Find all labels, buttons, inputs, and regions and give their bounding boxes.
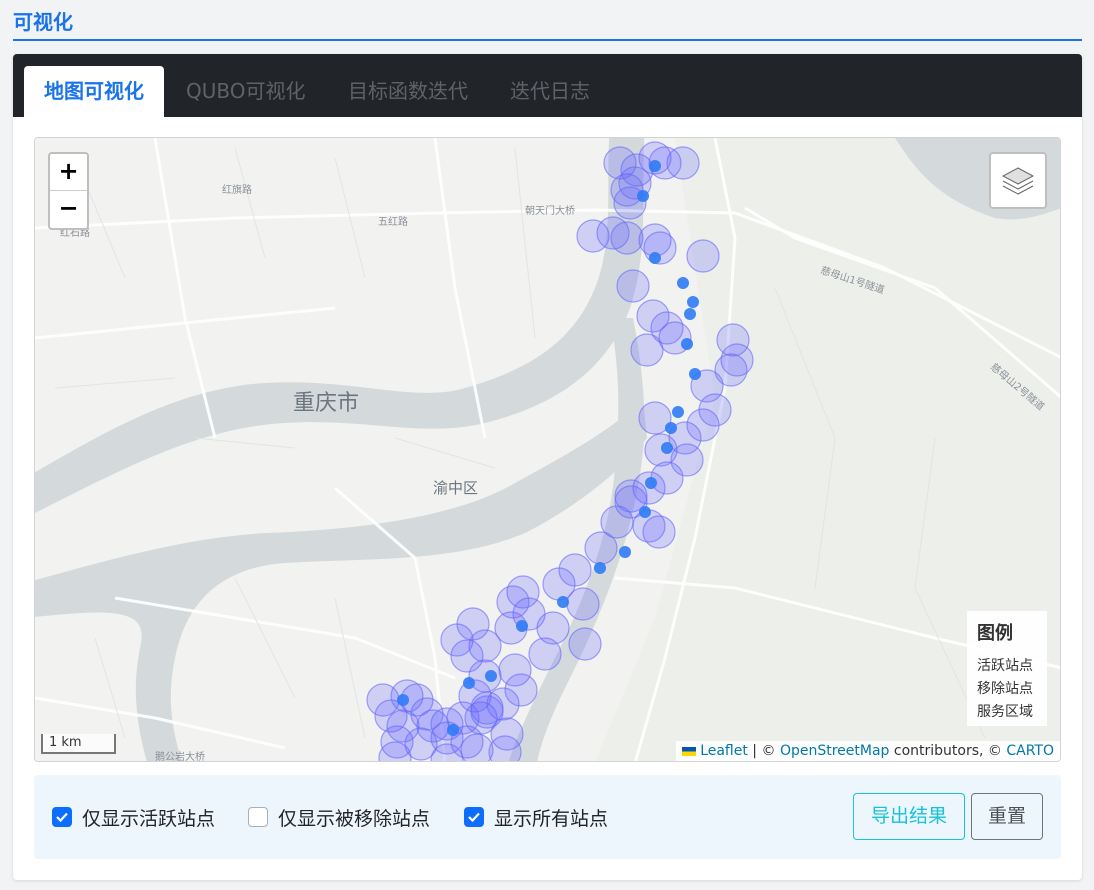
active-station-dot [594, 562, 606, 574]
scale-bar: 1 km [41, 734, 116, 754]
map-label-road-7: 鹅公岩大桥 [155, 750, 205, 762]
active-station-dot [677, 277, 689, 289]
reset-button[interactable]: 重置 [971, 793, 1043, 840]
ukraine-flag-icon [682, 746, 697, 756]
visualization-card: 地图可视化 QUBO可视化 目标函数迭代 迭代日志 重庆市 渝中区 红旗路 五红… [13, 54, 1082, 880]
active-station-dot [665, 422, 677, 434]
active-station-dot [619, 546, 631, 558]
map-tiles[interactable]: 重庆市 渝中区 红旗路 五红路 朝天门大桥 慈母山1号隧道 慈母山2号隧道 红石… [35, 138, 1061, 762]
active-station-dot [645, 477, 657, 489]
service-area-circle [576, 219, 610, 253]
active-station-dot [639, 506, 651, 518]
map-attribution: Leaflet | © OpenStreetMap contributors, … [676, 741, 1060, 761]
active-station-dot [463, 677, 475, 689]
service-area-circle [528, 637, 562, 671]
map-label-road-3: 朝天门大桥 [525, 204, 575, 217]
service-area-circle [642, 515, 676, 549]
active-station-dot [637, 190, 649, 202]
service-area-circle [616, 269, 650, 303]
active-station-dot [516, 620, 528, 632]
checkbox-show-all[interactable]: 显示所有站点 [464, 805, 609, 830]
checkbox-active-only-label: 仅显示活跃站点 [82, 807, 216, 830]
active-station-dot [447, 724, 459, 736]
checkbox-show-all-label: 显示所有站点 [494, 807, 609, 830]
map-container[interactable]: 重庆市 渝中区 红旗路 五红路 朝天门大桥 慈母山1号隧道 慈母山2号隧道 红石… [34, 137, 1061, 762]
page-header: 可视化 [13, 0, 1082, 41]
service-area-circle [610, 221, 644, 255]
active-station-dot [672, 406, 684, 418]
carto-link[interactable]: CARTO [1006, 743, 1054, 759]
service-area-circle [488, 735, 522, 761]
tab-objective-iteration[interactable]: 目标函数迭代 [328, 66, 488, 117]
layers-icon[interactable] [989, 152, 1047, 209]
checkbox-active-only[interactable]: 仅显示活跃站点 [52, 805, 216, 830]
service-area-circle [470, 691, 504, 725]
checkbox-removed-only[interactable]: 仅显示被移除站点 [248, 805, 431, 830]
checkbox-removed-only-label: 仅显示被移除站点 [278, 807, 431, 830]
map-label-road-1: 红旗路 [222, 183, 252, 196]
checkbox-checked-icon[interactable] [464, 807, 484, 827]
service-area-circle [568, 627, 602, 661]
map-legend: 图例 活跃站点 移除站点 服务区域 [967, 611, 1047, 726]
active-station-dot [649, 160, 661, 172]
service-area-circle [630, 333, 664, 367]
map-label-city: 重庆市 [293, 391, 359, 416]
active-station-dot [485, 670, 497, 682]
legend-title: 图例 [977, 623, 1013, 644]
zoom-in-button[interactable]: + [50, 154, 87, 191]
service-area-circle [686, 239, 720, 273]
export-results-button[interactable]: 导出结果 [853, 793, 965, 840]
active-station-dot [661, 442, 673, 454]
service-area-circle [584, 531, 618, 565]
tab-iteration-log[interactable]: 迭代日志 [490, 66, 610, 117]
active-station-dot [397, 694, 409, 706]
active-station-dot [681, 338, 693, 350]
zoom-out-button[interactable]: − [50, 191, 87, 228]
tab-bar: 地图可视化 QUBO可视化 目标函数迭代 迭代日志 [13, 54, 1082, 117]
active-station-dot [689, 368, 701, 380]
service-area-circle [610, 173, 644, 207]
map-label-district: 渝中区 [433, 479, 478, 497]
checkbox-unchecked-icon[interactable] [248, 807, 268, 827]
active-station-dot [557, 596, 569, 608]
osm-link[interactable]: OpenStreetMap [780, 743, 889, 759]
service-area-circle [666, 146, 700, 180]
checkbox-checked-icon[interactable] [52, 807, 72, 827]
leaflet-link[interactable]: Leaflet [700, 743, 748, 759]
service-area-circle [460, 733, 494, 761]
attribution-separator: | © [747, 743, 780, 759]
legend-item-service-area: 服务区域 [977, 704, 1033, 720]
map-label-road-2: 五红路 [378, 215, 408, 228]
service-area-circle [566, 587, 600, 621]
attribution-contributors: contributors, © [889, 743, 1007, 759]
zoom-control: + − [48, 152, 89, 230]
tab-qubo-visualization[interactable]: QUBO可视化 [166, 66, 326, 117]
active-station-dot [687, 296, 699, 308]
legend-item-removed-station: 移除站点 [977, 681, 1033, 697]
legend-item-active-station: 活跃站点 [977, 658, 1033, 674]
active-station-dot [684, 308, 696, 320]
tab-map-visualization[interactable]: 地图可视化 [24, 66, 164, 117]
filter-controls: 仅显示活跃站点 仅显示被移除站点 显示所有站点 导出结果 重置 [34, 775, 1061, 859]
active-station-dot [649, 252, 661, 264]
page-title: 可视化 [13, 10, 73, 34]
